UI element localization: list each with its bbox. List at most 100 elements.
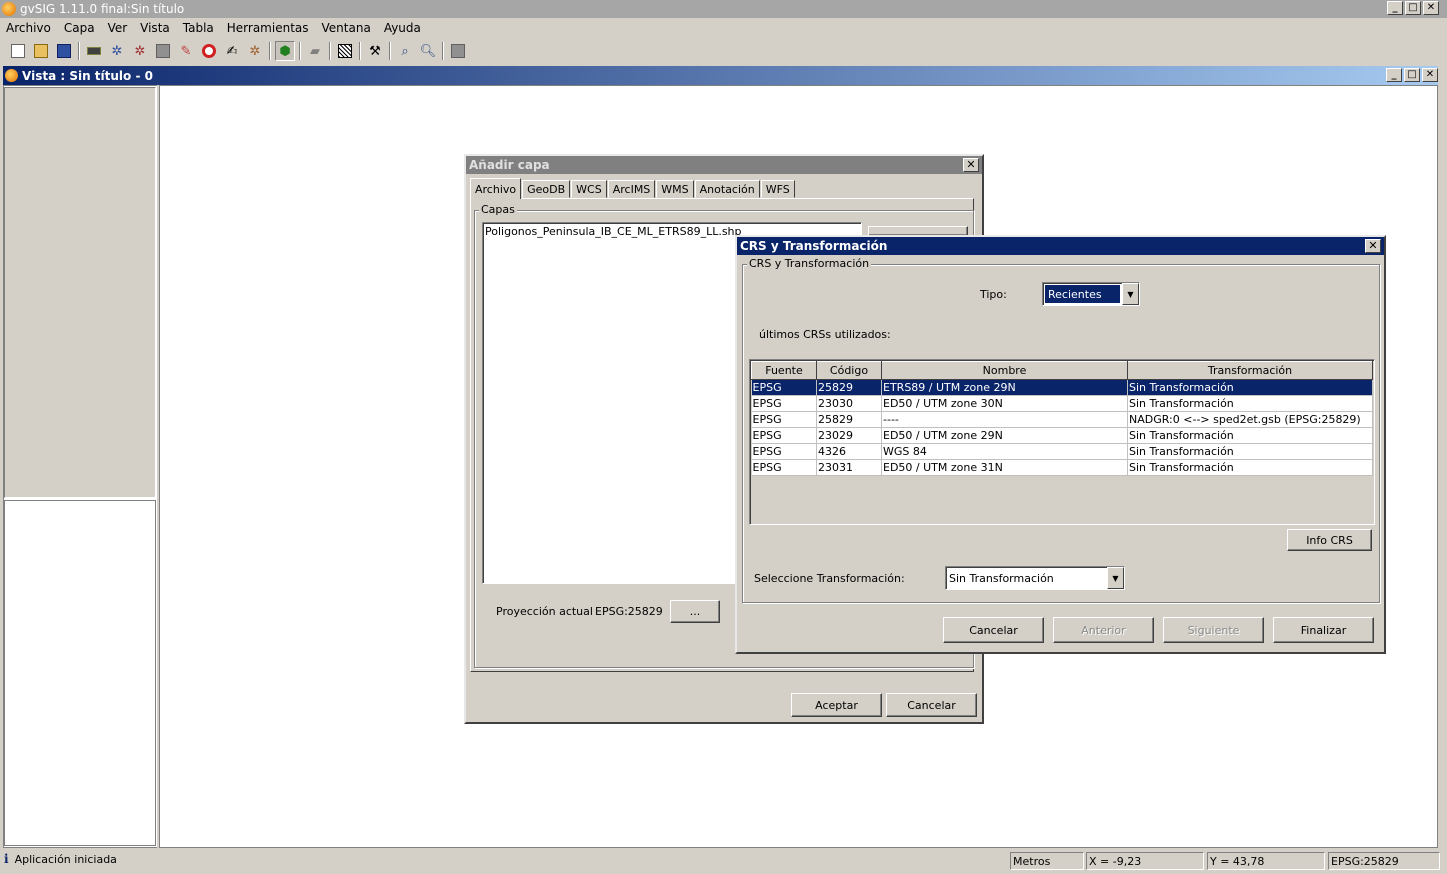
select-tool-button[interactable]: [335, 41, 355, 61]
menu-ver[interactable]: Ver: [108, 21, 128, 35]
cell-fuente: EPSG: [751, 411, 817, 428]
disabled-icon: [451, 44, 465, 58]
menu-herramientas[interactable]: Herramientas: [227, 21, 309, 35]
vista-titlebar: Vista : Sin título - 0 _ □ ✕: [3, 66, 1438, 85]
tool-6-button[interactable]: [199, 41, 219, 61]
menu-capa[interactable]: Capa: [64, 21, 95, 35]
cell-fuente: EPSG: [751, 443, 817, 460]
table-row[interactable]: EPSG 23030 ED50 / UTM zone 30N Sin Trans…: [751, 395, 1373, 412]
tab-wfs[interactable]: WFS: [760, 180, 795, 198]
vista-close-button[interactable]: ✕: [1422, 68, 1438, 82]
close-button[interactable]: ✕: [1423, 1, 1439, 15]
menu-tabla[interactable]: Tabla: [183, 21, 214, 35]
transform-select[interactable]: Sin Transformación ▼: [945, 566, 1125, 590]
cell-transformacion: NADGR:0 <--> sped2et.gsb (EPSG:25829): [1127, 411, 1373, 428]
table-row[interactable]: EPSG 23029 ED50 / UTM zone 29N Sin Trans…: [751, 427, 1373, 444]
tab-anotacion[interactable]: Anotación: [694, 180, 760, 198]
layer-tool-button[interactable]: [84, 41, 104, 61]
previous-button[interactable]: Anterior: [1053, 617, 1154, 643]
tools-button[interactable]: ⚒: [365, 41, 385, 61]
transform-label: Seleccione Transformación:: [754, 572, 905, 585]
gvsig-logo-icon: [5, 69, 18, 82]
crs-table[interactable]: Fuente Código Nombre Transformación EPSG…: [749, 359, 1375, 525]
menu-archivo[interactable]: Archivo: [6, 21, 51, 35]
info-crs-button[interactable]: Info CRS: [1287, 529, 1372, 551]
cell-codigo: 25829: [816, 411, 882, 428]
menu-ventana[interactable]: Ventana: [322, 21, 371, 35]
minimize-button[interactable]: _: [1387, 1, 1403, 15]
cell-codigo: 23031: [816, 459, 882, 476]
magnifier-icon: 🔍︎: [419, 43, 437, 59]
tool-10-button[interactable]: ▰: [305, 41, 325, 61]
tab-wms[interactable]: WMS: [656, 180, 694, 198]
vista-restore-button[interactable]: □: [1404, 68, 1420, 82]
tool-4-button[interactable]: [153, 41, 173, 61]
tab-archivo[interactable]: Archivo: [470, 178, 522, 199]
column-header-nombre[interactable]: Nombre: [881, 361, 1128, 380]
menu-ayuda[interactable]: Ayuda: [384, 21, 421, 35]
status-message: Aplicación iniciada: [14, 852, 117, 866]
comment-icon: ▰: [310, 43, 320, 59]
maximize-button[interactable]: □: [1405, 1, 1421, 15]
info-icon: i: [4, 852, 9, 866]
toolbar-separator: [389, 42, 391, 60]
table-row[interactable]: EPSG 4326 WGS 84 Sin Transformación: [751, 443, 1373, 460]
gvsig-logo-icon: [2, 2, 16, 16]
add-layer-icon: ⬢: [279, 43, 291, 59]
disabled-tool-button[interactable]: [448, 41, 468, 61]
add-layer-close-button[interactable]: ✕: [963, 158, 979, 172]
add-layer-button[interactable]: ⬢: [275, 41, 295, 61]
tab-wcs[interactable]: WCS: [571, 180, 607, 198]
toolbar-separator: [442, 42, 444, 60]
cancel-button[interactable]: Cancelar: [886, 693, 977, 717]
cell-codigo: 25829: [816, 379, 882, 396]
vista-minimize-button[interactable]: _: [1386, 68, 1402, 82]
tool-5-button[interactable]: ✎: [176, 41, 196, 61]
projection-select-button[interactable]: ...: [670, 600, 720, 623]
hand-icon: ✲: [249, 43, 261, 59]
crs-cancel-button[interactable]: Cancelar: [943, 617, 1044, 643]
cell-transformacion: Sin Transformación: [1127, 459, 1373, 476]
folder-open-icon: [34, 44, 48, 58]
tab-arcims[interactable]: ArcIMS: [607, 180, 656, 198]
save-project-button[interactable]: [54, 41, 74, 61]
cell-fuente: EPSG: [751, 395, 817, 412]
table-row[interactable]: EPSG 25829 ---- NADGR:0 <--> sped2et.gsb…: [751, 411, 1373, 428]
table-row[interactable]: EPSG 23031 ED50 / UTM zone 31N Sin Trans…: [751, 459, 1373, 476]
vista-window-controls: _ □ ✕: [1386, 68, 1438, 82]
finish-button[interactable]: Finalizar: [1273, 617, 1374, 643]
chevron-down-icon[interactable]: ▼: [1122, 283, 1139, 305]
column-header-transformacion[interactable]: Transformación: [1127, 361, 1373, 380]
crs-close-button[interactable]: ✕: [1365, 239, 1381, 253]
column-header-codigo[interactable]: Código: [816, 361, 882, 380]
crs-group-label: CRS y Transformación: [747, 257, 872, 270]
paint-icon: ✎: [180, 43, 192, 59]
toolbar-separator: [269, 42, 271, 60]
tool-7-button[interactable]: ✍: [222, 41, 242, 61]
grid-icon: [338, 44, 352, 58]
tool-3-button[interactable]: ✲: [130, 41, 150, 61]
projection-label: Proyección actual: [496, 605, 593, 618]
cell-nombre: ETRS89 / UTM zone 29N: [881, 379, 1128, 396]
zoom-button[interactable]: 🔍︎: [418, 41, 438, 61]
next-button[interactable]: Siguiente: [1163, 617, 1264, 643]
overview-panel[interactable]: [4, 500, 156, 846]
open-project-button[interactable]: [31, 41, 51, 61]
new-project-button[interactable]: [8, 41, 28, 61]
cell-transformacion: Sin Transformación: [1127, 379, 1373, 396]
cell-fuente: EPSG: [751, 459, 817, 476]
split-divider[interactable]: [157, 85, 160, 848]
menu-vista[interactable]: Vista: [140, 21, 170, 35]
chevron-down-icon[interactable]: ▼: [1107, 567, 1124, 589]
tipo-select[interactable]: Recientes ▼: [1042, 282, 1140, 306]
column-header-fuente[interactable]: Fuente: [751, 361, 817, 380]
locator-button[interactable]: ⌕: [395, 41, 415, 61]
tool-2-button[interactable]: ✲: [107, 41, 127, 61]
table-row[interactable]: EPSG 25829 ETRS89 / UTM zone 29N Sin Tra…: [751, 379, 1373, 396]
desktop-edge: [1439, 66, 1447, 848]
layer-toc-panel[interactable]: [4, 87, 156, 498]
app-title: gvSIG 1.11.0 final:Sin título: [20, 2, 185, 16]
tab-geodb[interactable]: GeoDB: [522, 180, 571, 198]
accept-button[interactable]: Aceptar: [791, 693, 882, 717]
tool-8-button[interactable]: ✲: [245, 41, 265, 61]
